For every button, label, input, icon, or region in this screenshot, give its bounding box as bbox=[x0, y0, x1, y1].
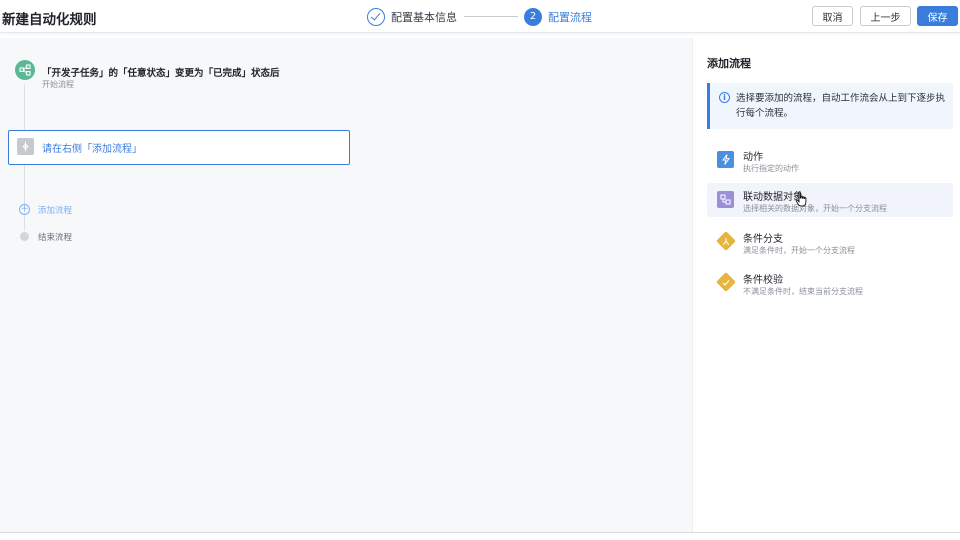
branch-icon bbox=[716, 231, 736, 251]
save-button[interactable]: 保存 bbox=[917, 6, 958, 26]
option-condition-check[interactable]: 条件校验 不满足条件时，结束当前分支流程 bbox=[707, 266, 953, 300]
header-bar: 新建自动化规则 配置基本信息 2 配置流程 取消 上一步 保存 bbox=[0, 0, 960, 33]
check-circle-icon bbox=[367, 7, 385, 26]
info-icon: i bbox=[719, 92, 730, 103]
option-desc: 选择相关的数据对象，开始一个分支流程 bbox=[743, 204, 887, 213]
panel-title: 添加流程 bbox=[707, 57, 751, 70]
linked-object-icon bbox=[717, 191, 734, 208]
end-flow-label: 结束流程 bbox=[38, 233, 73, 243]
option-desc: 满足条件时，开始一个分支流程 bbox=[743, 246, 855, 255]
option-action[interactable]: 动作 执行指定的动作 bbox=[707, 143, 953, 177]
trigger-title: 「开发子任务」的「任意状态」变更为「已完成」状态后 bbox=[42, 68, 280, 79]
condition-check-icon bbox=[716, 272, 736, 292]
option-desc: 执行指定的动作 bbox=[743, 164, 799, 173]
step-label: 配置基本信息 bbox=[391, 10, 457, 24]
option-desc: 不满足条件时，结束当前分支流程 bbox=[743, 287, 863, 296]
option-linked-object[interactable]: 联动数据对象 选择相关的数据对象，开始一个分支流程 bbox=[707, 183, 953, 217]
diamond-placeholder-icon bbox=[17, 138, 34, 155]
step-label: 配置流程 bbox=[548, 10, 592, 24]
flow-connector bbox=[24, 84, 25, 130]
bottom-bar bbox=[0, 532, 960, 540]
previous-step-button[interactable]: 上一步 bbox=[860, 6, 911, 26]
add-flow-icon[interactable]: + bbox=[19, 204, 30, 215]
option-title: 动作 bbox=[743, 152, 763, 163]
add-flow-panel: 添加流程 i 选择要添加的流程，自动工作流会从上到下逐步执行每个流程。 动作 执… bbox=[692, 38, 960, 532]
step-number-icon: 2 bbox=[524, 7, 542, 26]
share-nodes-icon bbox=[15, 60, 35, 80]
page-title: 新建自动化规则 bbox=[2, 12, 97, 28]
option-title: 条件分支 bbox=[743, 234, 783, 245]
cancel-button[interactable]: 取消 bbox=[812, 6, 853, 26]
flow-step-placeholder[interactable]: 请在右侧「添加流程」 bbox=[8, 130, 350, 165]
hand-cursor-icon bbox=[795, 191, 807, 207]
option-title: 联动数据对象 bbox=[743, 192, 803, 203]
step-basic-info[interactable]: 配置基本信息 bbox=[367, 7, 457, 26]
option-title: 条件校验 bbox=[743, 275, 783, 286]
lightning-icon bbox=[717, 151, 734, 168]
step-config-flow[interactable]: 2 配置流程 bbox=[524, 7, 592, 26]
info-text: 选择要添加的流程，自动工作流会从上到下逐步执行每个流程。 bbox=[736, 93, 946, 119]
info-notice: i 选择要添加的流程，自动工作流会从上到下逐步执行每个流程。 bbox=[707, 83, 953, 129]
trigger-subtitle: 开始流程 bbox=[42, 80, 74, 89]
flow-canvas: 「开发子任务」的「任意状态」变更为「已完成」状态后 开始流程 请在右侧「添加流程… bbox=[0, 38, 692, 532]
end-node-icon bbox=[20, 232, 29, 241]
placeholder-text: 请在右侧「添加流程」 bbox=[42, 144, 142, 155]
add-flow-link[interactable]: 添加流程 bbox=[38, 204, 72, 216]
option-condition-branch[interactable]: 条件分支 满足条件时，开始一个分支流程 bbox=[707, 225, 953, 259]
step-connector bbox=[464, 16, 518, 17]
flow-connector bbox=[24, 165, 25, 231]
